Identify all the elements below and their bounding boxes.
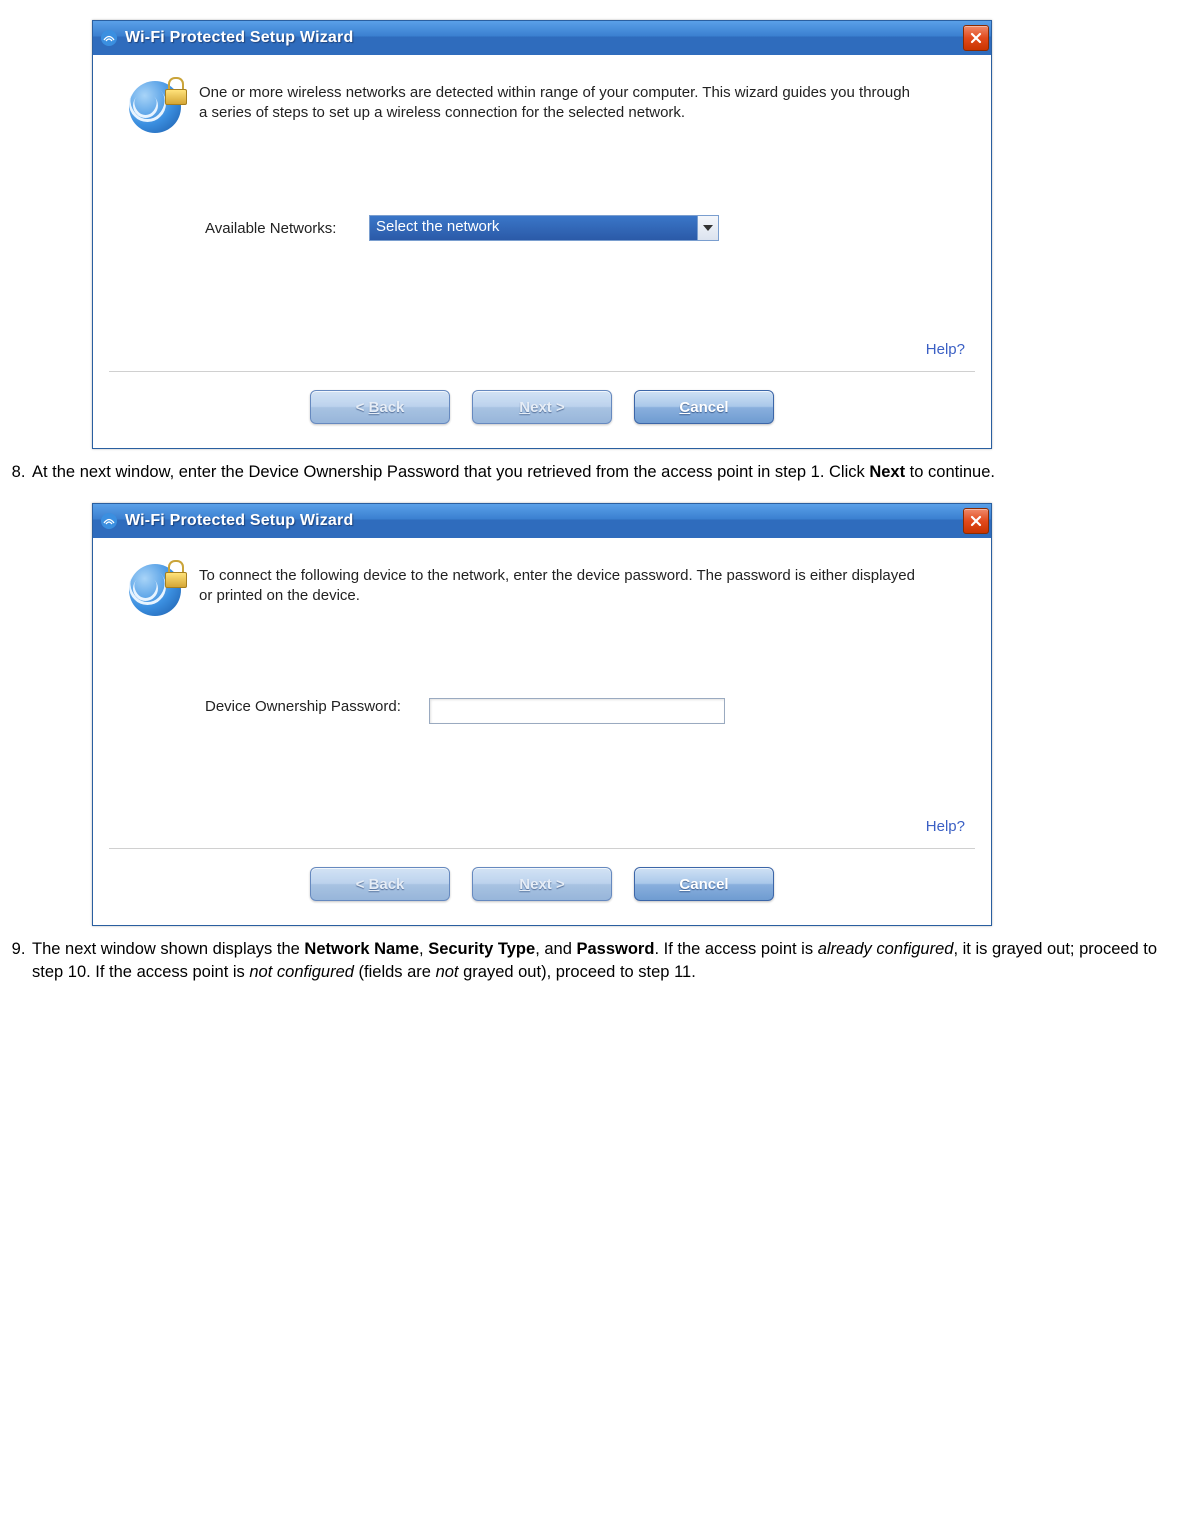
device-password-label: Device Ownership Password: xyxy=(205,698,429,715)
chevron-down-icon xyxy=(697,216,718,240)
wifi-lock-icon xyxy=(129,562,185,618)
intro-text: To connect the following device to the n… xyxy=(199,562,919,606)
next-button[interactable]: Next > xyxy=(472,867,612,901)
window-body: To connect the following device to the n… xyxy=(93,538,991,925)
intro-text: One or more wireless networks are detect… xyxy=(199,79,919,123)
window-title: Wi-Fi Protected Setup Wizard xyxy=(125,29,353,47)
back-button[interactable]: < Back xyxy=(310,867,450,901)
titlebar: Wi-Fi Protected Setup Wizard xyxy=(93,504,991,538)
app-icon xyxy=(99,511,119,531)
window-title: Wi-Fi Protected Setup Wizard xyxy=(125,512,353,530)
close-button[interactable] xyxy=(963,508,989,534)
app-icon xyxy=(99,28,119,48)
device-password-input[interactable] xyxy=(429,698,725,724)
titlebar: Wi-Fi Protected Setup Wizard xyxy=(93,21,991,55)
wifi-lock-icon xyxy=(129,79,185,135)
next-button[interactable]: Next > xyxy=(472,390,612,424)
available-networks-dropdown[interactable]: Select the network xyxy=(369,215,719,241)
wizard-window-password: Wi-Fi Protected Setup Wizard To connect … xyxy=(92,503,992,926)
step-9: The next window shown displays the Netwo… xyxy=(30,938,1180,983)
help-link[interactable]: Help? xyxy=(926,341,965,358)
back-button[interactable]: < Back xyxy=(310,390,450,424)
window-body: One or more wireless networks are detect… xyxy=(93,55,991,448)
close-button[interactable] xyxy=(963,25,989,51)
available-networks-label: Available Networks: xyxy=(205,220,369,237)
cancel-button[interactable]: Cancel xyxy=(634,867,774,901)
close-icon xyxy=(970,32,982,44)
help-link[interactable]: Help? xyxy=(926,818,965,835)
close-icon xyxy=(970,515,982,527)
cancel-button[interactable]: Cancel xyxy=(634,390,774,424)
wizard-window-networks: Wi-Fi Protected Setup Wizard One or more… xyxy=(92,20,992,449)
dropdown-selected: Select the network xyxy=(370,216,697,240)
step-8: At the next window, enter the Device Own… xyxy=(30,461,1180,483)
